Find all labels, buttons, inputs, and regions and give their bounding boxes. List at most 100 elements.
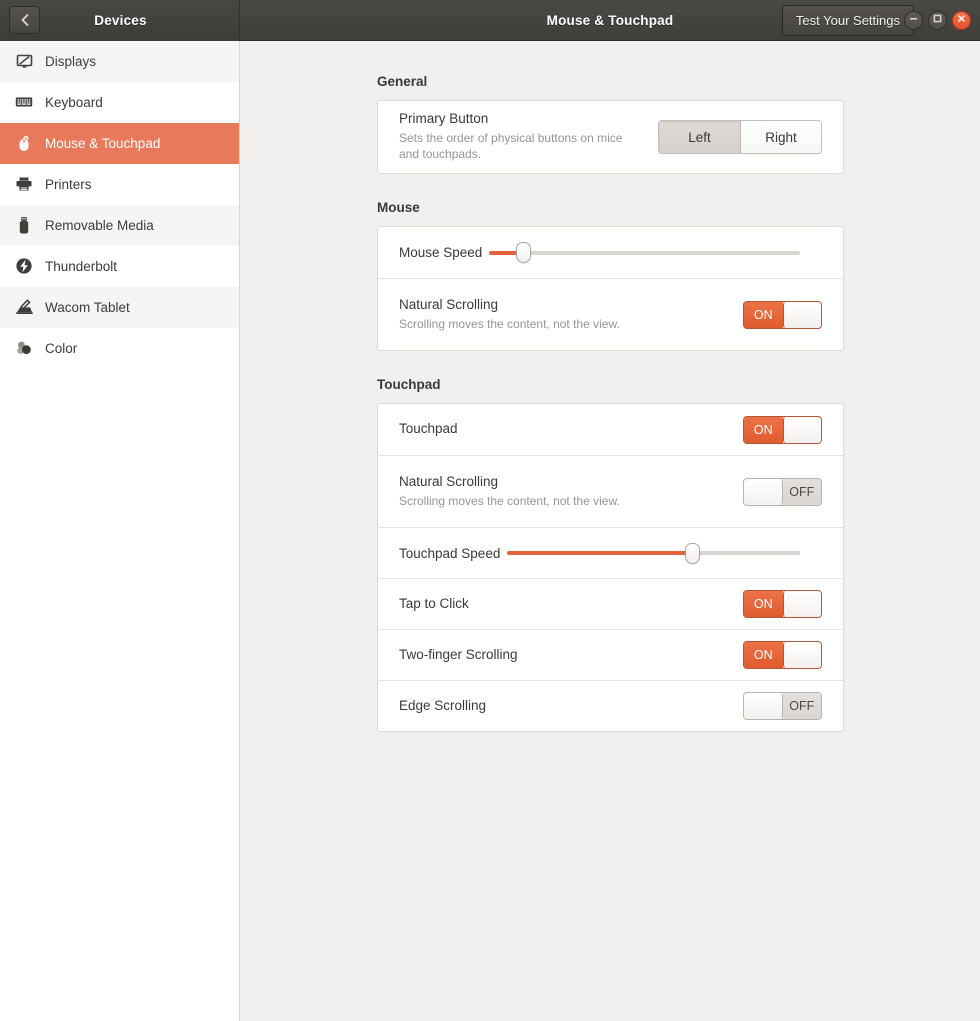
edge-scrolling-toggle[interactable]: OFF (743, 692, 822, 720)
row-labels: Natural Scrolling Scrolling moves the co… (399, 297, 743, 332)
row-touchpad-speed: Touchpad Speed (378, 527, 843, 578)
maximize-icon (932, 11, 943, 29)
window-controls (904, 10, 971, 30)
row-edge-scrolling: Edge Scrolling OFF (378, 680, 843, 731)
primary-button-option-right[interactable]: Right (740, 121, 821, 153)
mouse-natural-scrolling-toggle[interactable]: ON (743, 300, 822, 329)
row-labels: Touchpad (399, 421, 743, 438)
titlebar-right-pane: Mouse & Touchpad Test Your Settings (240, 0, 980, 41)
touchpad-natural-scrolling-toggle[interactable]: OFF (743, 477, 822, 506)
row-title: Natural Scrolling (399, 473, 499, 489)
row-labels: Edge Scrolling (399, 698, 743, 715)
sidebar-item-color[interactable]: Color (0, 328, 239, 369)
printer-icon (11, 176, 37, 192)
slider-track (489, 250, 800, 255)
window-titlebar: Devices Mouse & Touchpad Test Your Setti… (0, 0, 980, 41)
sidebar-item-label: Printers (45, 176, 92, 192)
toggle-knob (782, 301, 821, 328)
row-labels: Natural Scrolling Scrolling moves the co… (399, 474, 743, 509)
toggle-knob (782, 591, 821, 617)
mouse-speed-label: Mouse Speed (399, 245, 483, 260)
sidebar-item-label: Mouse & Touchpad (45, 135, 161, 151)
section-mouse: Mouse Mouse Speed Natural Scrolling Scro… (377, 200, 844, 351)
row-mouse-natural-scrolling: Natural Scrolling Scrolling moves the co… (378, 278, 843, 350)
sidebar-item-label: Removable Media (45, 217, 154, 233)
slider-handle[interactable] (516, 242, 532, 263)
primary-button-option-left[interactable]: Left (659, 121, 740, 153)
thunderbolt-icon (11, 257, 37, 275)
row-touchpad-natural-scrolling: Natural Scrolling Scrolling moves the co… (378, 455, 843, 527)
back-button[interactable] (9, 6, 40, 34)
row-mouse-speed: Mouse Speed (378, 227, 843, 278)
touchpad-toggle[interactable]: ON (743, 415, 822, 444)
row-touchpad-enabled: Touchpad ON (378, 404, 843, 455)
sidebar-item-label: Color (45, 340, 78, 356)
section-title-mouse: Mouse (377, 200, 420, 215)
titlebar-left-pane: Devices (0, 0, 240, 41)
section-touchpad: Touchpad Touchpad ON Natural Scrolling S… (377, 377, 844, 732)
row-title: Touchpad (399, 421, 458, 437)
row-subtitle: Scrolling moves the content, not the vie… (399, 493, 620, 508)
mouse-card: Mouse Speed Natural Scrolling Scrolling … (377, 226, 844, 351)
slider-fill (507, 551, 692, 555)
row-title: Natural Scrolling (399, 296, 499, 312)
sidebar-item-label: Wacom Tablet (45, 299, 130, 315)
close-button[interactable] (952, 10, 971, 30)
row-tap-to-click: Tap to Click ON (378, 578, 843, 629)
row-labels: Primary Button Sets the order of physica… (399, 111, 658, 162)
toggle-state-label: ON (744, 416, 783, 443)
usb-drive-icon (11, 216, 37, 235)
toggle-knob (782, 416, 821, 443)
sidebar-item-wacom-tablet[interactable]: Wacom Tablet (0, 287, 239, 328)
mouse-icon (11, 134, 37, 152)
toggle-state-label: OFF (782, 478, 821, 505)
minimize-button[interactable] (904, 10, 923, 30)
minimize-icon (908, 11, 919, 29)
section-title-touchpad: Touchpad (377, 377, 441, 392)
row-labels: Two-finger Scrolling (399, 647, 743, 664)
general-card: Primary Button Sets the order of physica… (377, 100, 844, 174)
touchpad-speed-slider[interactable] (507, 542, 800, 564)
slider-handle[interactable] (684, 542, 700, 564)
two-finger-scrolling-toggle[interactable]: ON (743, 641, 822, 669)
row-primary-button: Primary Button Sets the order of physica… (378, 101, 843, 173)
chevron-left-icon (20, 13, 30, 27)
sidebar-item-label: Thunderbolt (45, 258, 118, 274)
row-subtitle: Sets the order of physical buttons on mi… (399, 131, 623, 162)
row-title: Edge Scrolling (399, 697, 487, 713)
sidebar: Displays Keyboard Mouse & Touchpad Print… (0, 41, 240, 1021)
touchpad-speed-label: Touchpad Speed (399, 545, 501, 561)
sidebar-item-printers[interactable]: Printers (0, 164, 239, 205)
sidebar-item-label: Keyboard (45, 94, 103, 110)
tap-to-click-toggle[interactable]: ON (743, 590, 822, 618)
sidebar-item-thunderbolt[interactable]: Thunderbolt (0, 246, 239, 287)
row-labels: Tap to Click (399, 596, 743, 613)
toggle-knob (744, 693, 783, 719)
wacom-tablet-icon (11, 298, 37, 316)
touchpad-card: Touchpad ON Natural Scrolling Scrolling … (377, 403, 844, 732)
toggle-knob (744, 478, 783, 505)
color-wheel-icon (11, 339, 37, 357)
sidebar-item-displays[interactable]: Displays (0, 41, 239, 82)
sidebar-item-mouse-and-touchpad[interactable]: Mouse & Touchpad (0, 123, 239, 164)
toggle-state-label: ON (744, 591, 783, 617)
test-your-settings-button[interactable]: Test Your Settings (781, 4, 914, 36)
primary-button-segmented-control[interactable]: Left Right (658, 120, 822, 154)
keyboard-icon (11, 95, 37, 109)
mouse-speed-slider[interactable] (489, 242, 800, 263)
row-subtitle: Scrolling moves the content, not the vie… (399, 316, 620, 331)
main-content: General Primary Button Sets the order of… (240, 41, 980, 1021)
sidebar-item-label: Displays (45, 53, 97, 69)
row-title: Primary Button (399, 111, 489, 127)
row-title: Two-finger Scrolling (399, 646, 518, 662)
section-title-general: General (377, 74, 428, 89)
toggle-state-label: ON (744, 642, 783, 668)
toggle-knob (782, 642, 821, 668)
display-icon (11, 53, 37, 70)
toggle-state-label: ON (744, 301, 783, 328)
sidebar-item-keyboard[interactable]: Keyboard (0, 82, 239, 123)
row-title: Tap to Click (399, 595, 469, 611)
maximize-button[interactable] (928, 10, 947, 30)
sidebar-item-removable-media[interactable]: Removable Media (0, 205, 239, 246)
row-two-finger-scrolling: Two-finger Scrolling ON (378, 629, 843, 680)
